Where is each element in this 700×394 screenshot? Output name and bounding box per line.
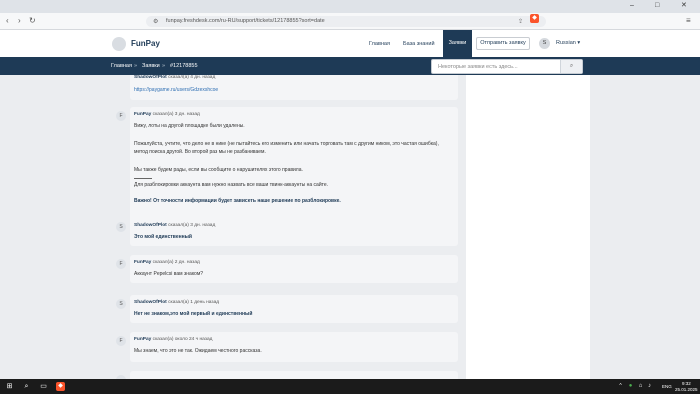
message-time: сказал(а) 4 дн. назад bbox=[168, 75, 216, 80]
maximize-icon[interactable]: □ bbox=[655, 2, 659, 10]
breadcrumb-tickets[interactable]: Заявки bbox=[142, 63, 160, 69]
message-card bbox=[116, 371, 458, 379]
message-time: сказал(а) около 24 ч назад bbox=[152, 337, 213, 342]
message-text: Нет не знаком,это мой первый и единствен… bbox=[134, 311, 253, 317]
message-time: сказал(а) 1 день назад bbox=[168, 300, 220, 305]
message-card: F FunPay сказал(а) 3 дн. назад Вижу, лот… bbox=[116, 107, 458, 231]
browser-tab-strip: – □ ✕ bbox=[0, 0, 700, 13]
submit-ticket-button[interactable]: Отправить заявку bbox=[476, 37, 530, 50]
nav-tickets[interactable]: Заявки bbox=[443, 30, 472, 57]
breadcrumb-ticket-id: #12178855 bbox=[170, 63, 198, 69]
message-text: Пожалуйста, учтите, что дело не в нике (… bbox=[134, 141, 439, 147]
message-author: FunPay bbox=[134, 260, 152, 265]
logo-icon[interactable] bbox=[112, 37, 126, 51]
avatar: F bbox=[116, 259, 126, 269]
message-text: Мы также будем рады, если вы сообщите о … bbox=[134, 167, 303, 173]
windows-start-icon[interactable]: ⊞ bbox=[5, 382, 14, 391]
site-logo[interactable]: FunPay bbox=[131, 39, 160, 48]
share-icon[interactable]: ⇪ bbox=[518, 18, 523, 25]
forward-icon[interactable]: › bbox=[18, 16, 21, 26]
breadcrumb-separator: » bbox=[134, 63, 138, 69]
site-info-icon[interactable]: ⚙ bbox=[153, 18, 158, 25]
message-meta: ShadowOfPlot сказал(а) 1 день назад bbox=[134, 300, 219, 305]
search-icon[interactable]: ⌕ bbox=[560, 60, 582, 73]
message-author: FunPay bbox=[134, 112, 152, 117]
reload-icon[interactable]: ↻ bbox=[29, 16, 36, 26]
message-meta: FunPay сказал(а) 3 дн. назад bbox=[134, 112, 200, 117]
search-icon[interactable]: ⌕ bbox=[22, 382, 31, 391]
minimize-icon[interactable]: – bbox=[630, 2, 634, 10]
message-meta: ShadowOfPlot сказал(а) 4 дн. назад bbox=[134, 75, 215, 80]
clock-date[interactable]: 25.01.2025 bbox=[675, 387, 698, 392]
message-author: ShadowOfPlot bbox=[134, 300, 167, 305]
message-text: метод поиска другой. Во второй раз мы не… bbox=[134, 149, 266, 155]
close-window-icon[interactable]: ✕ bbox=[681, 2, 687, 10]
message-text: Это мой единственный bbox=[134, 234, 192, 240]
volume-icon[interactable]: ♪ bbox=[645, 382, 654, 391]
avatar: F bbox=[116, 111, 126, 121]
message-author: FunPay bbox=[134, 337, 152, 342]
message-text: Мы знаем, что это не так. Ожидаем честно… bbox=[134, 348, 262, 354]
browser-menu-icon[interactable]: ≡ bbox=[686, 16, 691, 25]
message-card: F FunPay сказал(а) 2 дн. назад Аккаунт P… bbox=[116, 255, 458, 283]
message-card: S ShadowOfPlot сказал(а) 3 дн. назад Это… bbox=[116, 218, 458, 246]
message-card: ShadowOfPlot сказал(а) 4 дн. назад https… bbox=[130, 75, 458, 100]
message-time: сказал(а) 2 дн. назад bbox=[152, 260, 200, 265]
user-avatar[interactable]: S bbox=[539, 38, 550, 49]
clock-time[interactable]: 9:32 bbox=[682, 381, 691, 386]
network-icon[interactable]: ⌂ bbox=[636, 382, 645, 391]
taskbar: ⊞ ⌕ ▭ ◆ ^ ● ⌂ ♪ ENG 9:32 25.01.2025 bbox=[0, 379, 700, 394]
site-header: FunPay Главная База знаний Заявки Отправ… bbox=[0, 30, 700, 57]
url-text: funpay.freshdesk.com/ru-RU/support/ticke… bbox=[166, 18, 325, 24]
search-placeholder: Некоторые заявки есть здесь... bbox=[438, 64, 518, 70]
browser-toolbar: ‹ › ↻ ⚙ funpay.freshdesk.com/ru-RU/suppo… bbox=[0, 13, 700, 30]
breadcrumb: Главная » Заявки » #12178855 bbox=[0, 57, 700, 75]
message-meta: FunPay сказал(а) около 24 ч назад bbox=[134, 337, 212, 342]
language-select[interactable]: Russian ▾ bbox=[556, 40, 580, 46]
message-text: Вижу, лоты на другой площадке были удале… bbox=[134, 123, 245, 129]
breadcrumb-home[interactable]: Главная bbox=[111, 63, 132, 69]
address-bar[interactable]: ⚙ funpay.freshdesk.com/ru-RU/support/tic… bbox=[146, 16, 546, 27]
brave-shield-icon[interactable]: ◆ bbox=[530, 14, 539, 23]
search-input[interactable]: Некоторые заявки есть здесь... ⌕ bbox=[431, 59, 583, 74]
avatar: S bbox=[116, 222, 126, 232]
tray-app-icon[interactable]: ● bbox=[626, 382, 635, 391]
sidebar-panel bbox=[466, 75, 590, 379]
ticket-conversation: ShadowOfPlot сказал(а) 4 дн. назад https… bbox=[110, 75, 590, 379]
message-card: F FunPay сказал(а) около 24 ч назад Мы з… bbox=[116, 332, 458, 362]
message-card: S ShadowOfPlot сказал(а) 1 день назад Не… bbox=[116, 295, 458, 323]
message-text: Аккаунт Pepelcsi вам знаком? bbox=[134, 271, 204, 277]
nav-home[interactable]: Главная bbox=[369, 41, 390, 47]
task-view-icon[interactable]: ▭ bbox=[39, 382, 48, 391]
message-meta: FunPay сказал(а) 2 дн. назад bbox=[134, 260, 200, 265]
message-author: ShadowOfPlot bbox=[134, 223, 167, 228]
message-time: сказал(а) 3 дн. назад bbox=[152, 112, 200, 117]
back-icon[interactable]: ‹ bbox=[6, 16, 9, 26]
nav-knowledge-base[interactable]: База знаний bbox=[403, 41, 435, 47]
tray-arrow-icon[interactable]: ^ bbox=[616, 382, 625, 391]
language-indicator[interactable]: ENG bbox=[662, 384, 672, 389]
message-link[interactable]: https://paygame.ru/users/Gdzexshcoe bbox=[134, 87, 218, 93]
avatar: S bbox=[116, 299, 126, 309]
message-time: сказал(а) 3 дн. назад bbox=[168, 223, 216, 228]
message-meta: ShadowOfPlot сказал(а) 3 дн. назад bbox=[134, 223, 215, 228]
divider bbox=[134, 178, 152, 179]
message-text: Важно! От точности информации будет зави… bbox=[134, 198, 341, 204]
message-text: Для разблокировки аккаунта вам нужно наз… bbox=[134, 182, 329, 188]
message-author: ShadowOfPlot bbox=[134, 75, 167, 80]
brave-taskbar-icon[interactable]: ◆ bbox=[56, 382, 65, 391]
breadcrumb-separator: » bbox=[162, 63, 166, 69]
avatar: F bbox=[116, 336, 126, 346]
